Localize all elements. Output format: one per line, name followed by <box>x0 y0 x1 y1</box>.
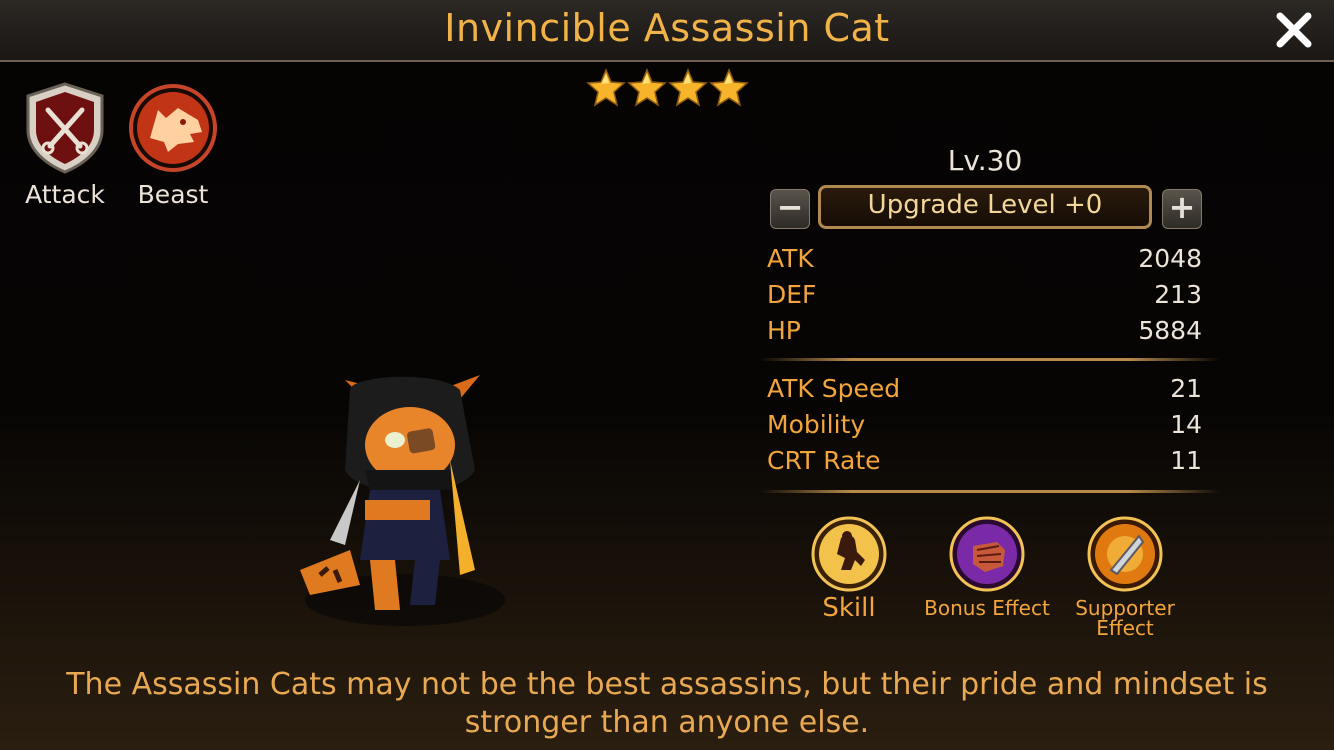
stat-name: DEF <box>767 280 817 309</box>
title-bar: Invincible Assassin Cat <box>0 0 1334 62</box>
bonus-effect-button[interactable]: Bonus Effect <box>922 516 1052 618</box>
kneeling-figure-icon <box>811 516 887 592</box>
stat-row-atk: ATK 2048 <box>767 244 1202 280</box>
character-model <box>300 375 505 626</box>
supporter-effect-label: Supporter Effect <box>1075 596 1175 640</box>
skill-button[interactable]: Skill <box>784 516 914 623</box>
stat-value: 213 <box>1154 280 1202 309</box>
shield-dagger-icon <box>1087 516 1163 592</box>
supporter-effect-button[interactable]: Supporter Effect <box>1060 516 1190 638</box>
stat-row-atk-speed: ATK Speed 21 <box>767 374 1202 410</box>
stat-value: 21 <box>1170 374 1202 403</box>
upgrade-level-display: Upgrade Level +0 <box>818 185 1152 229</box>
stat-row-crt-rate: CRT Rate 11 <box>767 446 1202 482</box>
increase-level-button[interactable]: + <box>1162 189 1202 229</box>
class-badge-attack: Attack <box>10 80 120 209</box>
stat-row-hp: HP 5884 <box>767 316 1202 352</box>
star-icon <box>627 68 667 107</box>
skill-label: Skill <box>822 593 876 623</box>
star-icon <box>668 68 708 107</box>
stat-value: 2048 <box>1138 244 1202 273</box>
level-text: Lv.30 <box>947 144 1023 177</box>
star-icon <box>586 68 626 107</box>
class-label: Attack <box>25 180 105 209</box>
stat-name: HP <box>767 316 801 345</box>
stat-row-def: DEF 213 <box>767 280 1202 316</box>
star-icon <box>709 68 749 107</box>
bonus-effect-label: Bonus Effect <box>924 596 1050 620</box>
wolf-head-icon <box>129 84 217 172</box>
stat-value: 14 <box>1170 410 1202 439</box>
stat-row-mobility: Mobility 14 <box>767 410 1202 446</box>
stat-value: 5884 <box>1138 316 1202 345</box>
class-badge-beast: Beast <box>118 80 228 209</box>
stat-name: CRT Rate <box>767 446 881 475</box>
stat-name: ATK <box>767 244 814 273</box>
crossed-swords-icon <box>26 82 104 174</box>
fist-icon <box>949 516 1025 592</box>
stats-divider <box>760 358 1220 361</box>
stat-name: ATK Speed <box>767 374 901 403</box>
star-rating <box>586 68 749 108</box>
page-title: Invincible Assassin Cat <box>444 6 890 50</box>
decrease-level-button[interactable]: − <box>770 189 810 229</box>
stat-value: 11 <box>1170 446 1202 475</box>
stat-name: Mobility <box>767 410 866 439</box>
close-icon[interactable] <box>1272 8 1316 52</box>
class-label: Beast <box>137 180 209 209</box>
character-description: The Assassin Cats may not be the best as… <box>66 667 1268 740</box>
upgrade-level-label: Upgrade Level +0 <box>867 190 1103 220</box>
stats-divider <box>760 490 1220 493</box>
